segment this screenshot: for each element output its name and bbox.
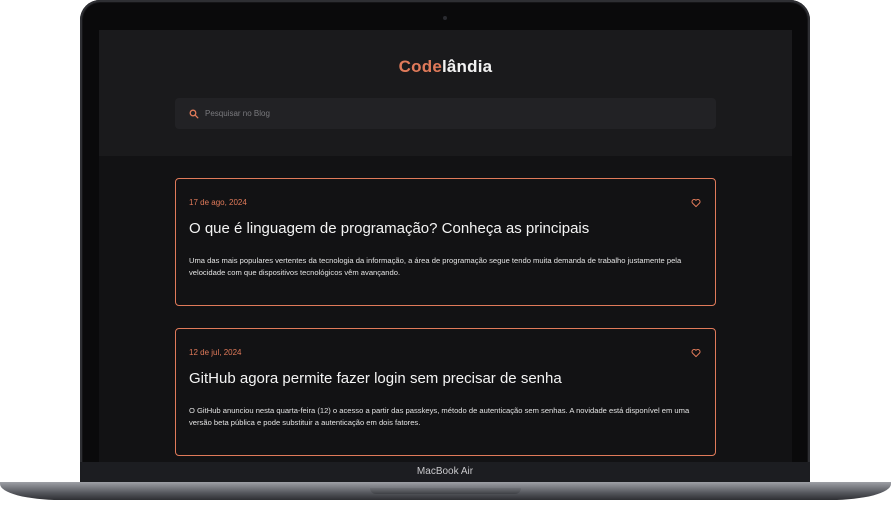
post-date: 17 de ago, 2024 [189,198,247,207]
post-card[interactable]: 17 de ago, 2024 O que é linguagem de pro… [175,178,716,306]
search-icon [189,109,199,118]
screen: Codelândia 17 de ago, 2024 O que é lingu… [99,30,792,462]
logo-accent-text: Code [398,57,442,76]
post-title[interactable]: O que é linguagem de programação? Conheç… [189,220,589,237]
search-bar[interactable] [175,98,716,129]
post-excerpt: Uma das mais populares vertentes da tecn… [189,256,682,277]
camera [443,16,447,20]
logo-text: lândia [441,57,493,76]
search-input[interactable] [205,98,716,129]
laptop-chin: MacBook Air [80,462,810,482]
post-excerpt: O GitHub anunciou nesta quarta-feira (12… [189,406,690,427]
blog-header: Codelândia [99,30,792,156]
post-date: 12 de jul, 2024 [189,348,242,357]
heart-icon[interactable] [691,198,701,208]
laptop-notch [370,488,521,494]
site-logo: Codelândia [99,57,792,77]
post-card[interactable]: 12 de jul, 2024 GitHub agora permite faz… [175,328,716,456]
heart-icon[interactable] [691,348,701,358]
post-title[interactable]: GitHub agora permite fazer login sem pre… [189,370,562,387]
device-label: MacBook Air [416,466,474,477]
